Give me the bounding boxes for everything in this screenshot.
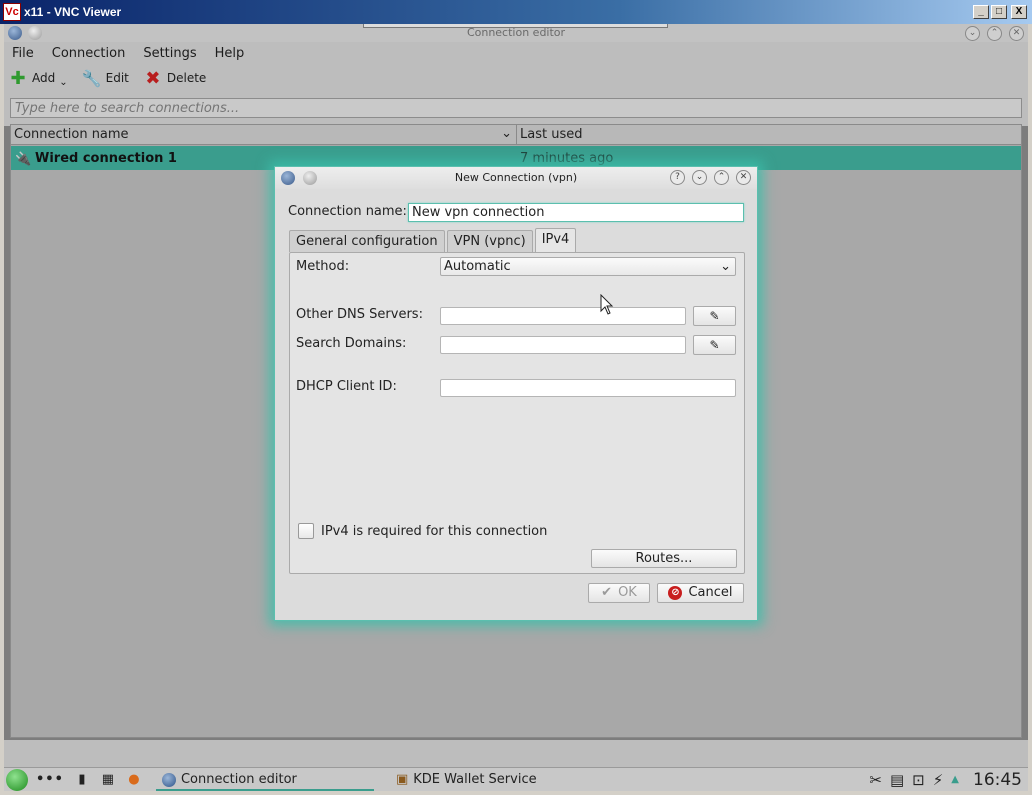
vnc-logo-icon: Vc [3, 3, 21, 21]
method-label: Method: [296, 259, 350, 274]
scissors-icon[interactable]: ✂ [869, 771, 882, 789]
vnc-minimize-button[interactable]: _ [973, 5, 989, 19]
column-header-last-used[interactable]: Last used [517, 125, 585, 144]
dhcp-client-id-label: DHCP Client ID: [296, 379, 397, 394]
dialog-pin-icon[interactable] [303, 171, 317, 185]
firefox-icon[interactable]: ● [126, 772, 142, 788]
ipv4-tab-panel: Method: Automatic ⌄ Other DNS Servers: ✎… [289, 252, 745, 574]
vnc-close-button[interactable]: X [1011, 5, 1027, 19]
vnc-titlebar: Vc x11 - VNC Viewer _ □ X [0, 0, 1032, 24]
search-input[interactable] [10, 98, 1022, 118]
connection-editor-titlebar: Connection editor ⌄ ⌃ ✕ [4, 24, 1028, 42]
ipv4-required-label[interactable]: IPv4 is required for this connection [321, 524, 547, 539]
window-menu-icon[interactable] [8, 26, 22, 40]
kde-menu-icon[interactable] [6, 768, 28, 791]
minimize-icon[interactable]: ⌄ [692, 170, 707, 185]
new-connection-dialog: New Connection (vpn) ? ⌄ ⌃ ✕ Connection … [274, 166, 758, 621]
chevron-down-icon: ⌄ [720, 259, 731, 274]
dns-edit-button[interactable]: ✎ [693, 306, 736, 326]
search-domains-edit-button[interactable]: ✎ [693, 335, 736, 355]
device-icon[interactable]: ⊡ [912, 771, 925, 789]
connection-name-cell: Wired connection 1 [35, 150, 177, 166]
dialog-menu-icon[interactable] [281, 171, 295, 185]
pin-icon[interactable] [28, 26, 42, 40]
connection-name-label: Connection name: [288, 204, 407, 219]
method-selected-value: Automatic [444, 259, 511, 274]
tab-vpn-vpnc[interactable]: VPN (vpnc) [446, 230, 533, 252]
edit-label: Edit [105, 71, 129, 85]
network-plug-icon[interactable]: ⚡ [933, 771, 944, 789]
cancel-icon: ⊘ [668, 586, 683, 600]
tab-ipv4[interactable]: IPv4 [534, 228, 577, 252]
tab-bar: General configuration VPN (vpnc) IPv4 [289, 228, 578, 252]
toolbar: ✚ Add ⌄ 🔧 Edit ✖ Delete [4, 64, 1028, 92]
plus-icon: ✚ [10, 67, 26, 89]
cancel-button[interactable]: ⊘ Cancel [657, 583, 744, 603]
menubar: File Connection Settings Help [4, 42, 1028, 64]
vnc-maximize-button[interactable]: □ [991, 5, 1007, 19]
vnc-window-title: x11 - VNC Viewer [24, 5, 122, 19]
routes-button[interactable]: Routes... [591, 549, 737, 568]
tab-general-configuration[interactable]: General configuration [289, 230, 445, 252]
more-icon[interactable]: ••• [36, 772, 64, 787]
edit-button[interactable]: 🔧 Edit [82, 68, 129, 88]
dialog-title: New Connection (vpn) [454, 171, 578, 184]
activities-icon[interactable]: ▦ [100, 772, 116, 788]
system-tray: ✂ ▤ ⊡ ⚡ ▲ 16:45 [869, 770, 1028, 790]
search-domains-input[interactable] [440, 336, 686, 354]
show-desktop-icon[interactable]: ▮ [74, 772, 90, 788]
pencil-icon: ✎ [709, 309, 720, 323]
ok-button[interactable]: ✔ OK [588, 583, 650, 603]
add-label: Add [32, 71, 56, 85]
clock[interactable]: 16:45 [973, 770, 1022, 790]
tray-expand-icon[interactable]: ▲ [951, 774, 959, 785]
maximize-icon[interactable]: ⌃ [987, 26, 1002, 41]
chevron-down-icon[interactable]: ⌄ [501, 126, 512, 141]
close-icon[interactable]: ✕ [1009, 26, 1024, 41]
titlebar-tab-notch [363, 24, 668, 28]
check-icon: ✔ [601, 585, 613, 600]
list-header: Connection name ⌄ Last used [11, 125, 1021, 145]
dhcp-client-id-input[interactable] [440, 379, 736, 397]
maximize-icon[interactable]: ⌃ [714, 170, 729, 185]
delete-x-icon: ✖ [145, 67, 161, 89]
menu-connection[interactable]: Connection [52, 46, 126, 61]
task-kde-wallet[interactable]: ▣ KDE Wallet Service [390, 769, 543, 791]
dns-servers-input[interactable] [440, 307, 686, 325]
taskbar: ••• ▮ ▦ ● Connection editor ▣ KDE Wallet… [4, 767, 1028, 791]
globe-icon [161, 772, 176, 787]
delete-button[interactable]: ✖ Delete [143, 67, 207, 89]
add-button[interactable]: ✚ Add ⌄ [8, 67, 67, 89]
minimize-icon[interactable]: ⌄ [965, 26, 980, 41]
remote-screen: Connection editor ⌄ ⌃ ✕ File Connection … [4, 24, 1028, 791]
method-select[interactable]: Automatic ⌄ [440, 257, 736, 276]
menu-help[interactable]: Help [215, 46, 245, 61]
help-icon[interactable]: ? [670, 170, 685, 185]
menu-file[interactable]: File [12, 46, 34, 61]
clipboard-icon[interactable]: ▤ [890, 771, 904, 789]
delete-label: Delete [166, 71, 207, 85]
task-connection-editor[interactable]: Connection editor [155, 769, 376, 791]
dialog-titlebar: New Connection (vpn) ? ⌄ ⌃ ✕ [275, 167, 757, 189]
column-header-name[interactable]: Connection name ⌄ [11, 125, 517, 144]
wallet-icon: ▣ [395, 772, 409, 787]
ethernet-plug-icon: 🔌 [15, 151, 32, 167]
search-row [4, 92, 1028, 126]
search-domains-label: Search Domains: [296, 336, 407, 351]
close-icon[interactable]: ✕ [736, 170, 751, 185]
ipv4-required-checkbox[interactable] [298, 523, 314, 539]
mouse-cursor-icon [600, 294, 614, 315]
window-bottom [4, 740, 1028, 767]
last-used-cell: 7 minutes ago [520, 150, 614, 166]
menu-settings[interactable]: Settings [143, 46, 196, 61]
wrench-icon: 🔧 [81, 68, 102, 88]
connection-name-input[interactable] [408, 203, 744, 222]
chevron-down-icon[interactable]: ⌄ [59, 77, 67, 88]
pencil-icon: ✎ [709, 338, 720, 352]
dns-servers-label: Other DNS Servers: [296, 307, 423, 322]
